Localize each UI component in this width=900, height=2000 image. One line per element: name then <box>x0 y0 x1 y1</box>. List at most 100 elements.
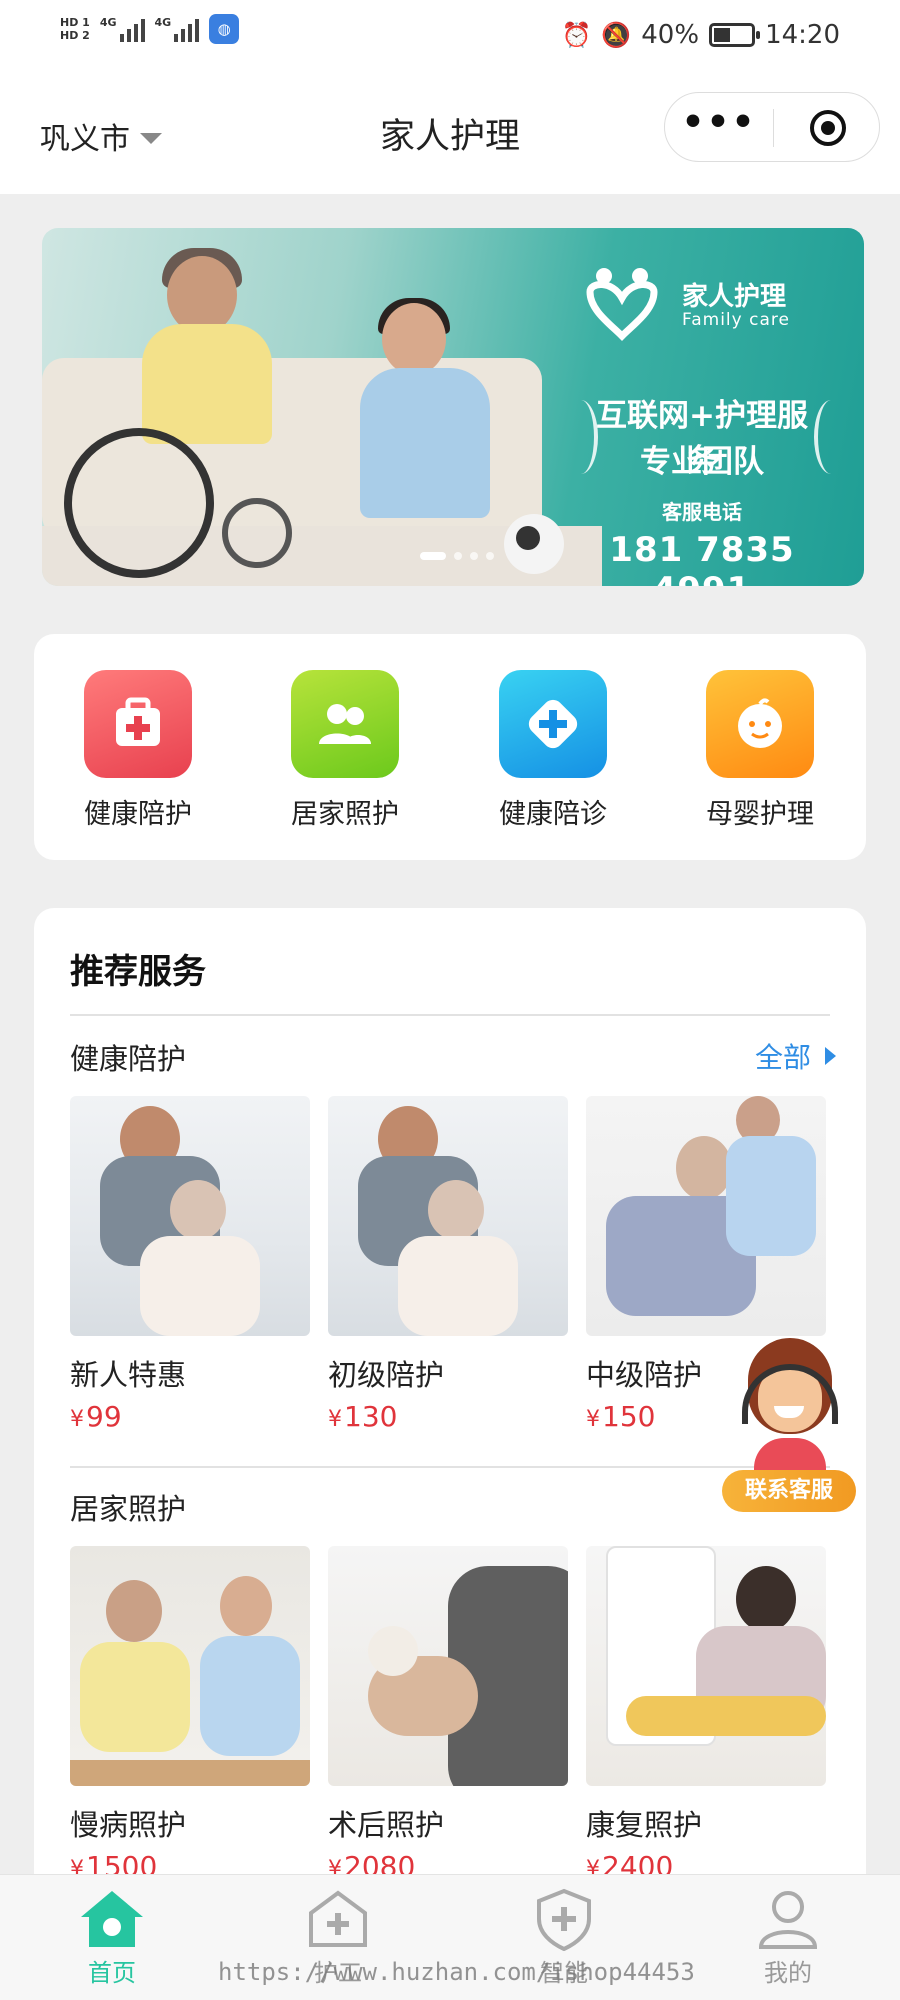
banner-slogan-2: 专业团队 <box>640 444 764 480</box>
alarm-icon: ⏰ <box>561 21 592 49</box>
network-label-2: 4G <box>154 16 172 29</box>
customer-service-float[interactable]: 联系客服 <box>722 1334 856 1514</box>
home-icon <box>77 1887 147 1951</box>
sim2-label: HD 2 <box>60 29 90 42</box>
promo-banner[interactable]: 家人护理 Family care 互联网+护理服务 专业团队 客服电话 181 … <box>42 228 864 586</box>
nurse-head <box>382 303 446 375</box>
medical-plus-icon <box>303 1887 373 1951</box>
service-item[interactable]: 慢病照护 ¥1500 <box>70 1546 310 1883</box>
target-icon[interactable] <box>810 110 846 146</box>
plus-cross-icon <box>499 670 607 778</box>
category-home-care[interactable]: 居家照护 <box>270 670 420 831</box>
photo-nurse-body <box>726 1136 816 1256</box>
status-right: ⏰ 🔕 40% 14:20 <box>561 20 840 50</box>
photo-elder-body <box>140 1236 260 1336</box>
price-value: 99 <box>86 1400 122 1433</box>
category-label: 居家照护 <box>291 799 399 830</box>
service-name: 术后照护 <box>328 1808 445 1842</box>
tab-label: 首页 <box>88 1959 136 1987</box>
service-name: 慢病照护 <box>70 1808 187 1842</box>
photo-elder-body <box>398 1236 518 1336</box>
service-name: 初级陪护 <box>328 1358 445 1392</box>
sim1-label: HD 1 <box>60 16 90 29</box>
nurse-body <box>360 368 490 518</box>
photo-nurse-body <box>200 1636 300 1756</box>
price-value: 150 <box>602 1400 656 1433</box>
status-bar: HD 1 HD 2 4G 4G ◍ ⏰ 🔕 40% 14:20 <box>0 0 900 78</box>
photo-elder-head <box>428 1180 484 1240</box>
subsection-title: 居家照护 <box>70 1492 187 1526</box>
section-heading: 推荐服务 <box>70 952 206 992</box>
sim-indicator: HD 1 HD 2 <box>60 16 90 42</box>
photo-chair <box>626 1696 826 1736</box>
service-photo <box>328 1096 568 1336</box>
view-all-label: 全部 <box>754 1041 811 1074</box>
service-photo <box>586 1096 826 1336</box>
capsule-divider <box>773 109 774 147</box>
carousel-dots <box>420 552 494 560</box>
currency: ¥ <box>586 1407 600 1432</box>
price-value: 130 <box>344 1400 398 1433</box>
photo-figure-body <box>80 1642 190 1752</box>
tab-home[interactable]: 首页 <box>52 1887 172 1988</box>
photo-patient-hair <box>736 1566 796 1632</box>
service-name: 康复照护 <box>586 1808 703 1842</box>
divider <box>70 1466 830 1468</box>
signal-icon: 4G <box>100 16 145 42</box>
service-price: ¥130 <box>328 1400 568 1433</box>
category-health-escort[interactable]: 健康陪护 <box>63 670 213 831</box>
photo-nurse-head <box>220 1576 272 1636</box>
nav-header: 巩义市 家人护理 ••• <box>0 78 900 194</box>
category-label: 健康陪诊 <box>499 799 607 830</box>
service-item[interactable]: 康复照护 ¥2400 <box>586 1546 826 1883</box>
tab-label: 我的 <box>764 1959 812 1987</box>
category-card: 健康陪护 居家照护 健康陪诊 母婴护理 <box>34 634 866 860</box>
view-all-link[interactable]: 全部 <box>755 1036 836 1076</box>
more-dots-icon[interactable]: ••• <box>665 93 773 161</box>
category-label: 健康陪护 <box>84 799 192 830</box>
service-item[interactable]: 术后照护 ¥2080 <box>328 1546 568 1883</box>
family-care-logo <box>586 268 658 341</box>
camera-device <box>504 514 564 574</box>
service-name: 新人特惠 <box>70 1358 187 1392</box>
user-icon <box>753 1887 823 1951</box>
wheelchair-wheel <box>64 428 214 578</box>
service-price: ¥99 <box>70 1400 310 1433</box>
watermark: https://www.huzhan.com/ishop44453 <box>218 1958 695 1986</box>
signal-icon-2: 4G <box>155 16 200 42</box>
carousel-dot[interactable] <box>454 552 462 560</box>
carousel-dot[interactable] <box>470 552 478 560</box>
divider <box>70 1014 830 1016</box>
photo-elder-head <box>676 1136 732 1200</box>
banner-phone-label: 客服电话 <box>662 500 742 524</box>
people-icon <box>291 670 399 778</box>
status-left: HD 1 HD 2 4G 4G ◍ <box>60 14 240 44</box>
category-maternal-care[interactable]: 母婴护理 <box>685 670 835 831</box>
service-item[interactable]: 初级陪护 ¥130 <box>328 1096 568 1433</box>
photo-table <box>70 1760 310 1786</box>
mute-icon: 🔕 <box>601 21 632 49</box>
category-health-accompany[interactable]: 健康陪诊 <box>478 670 628 831</box>
photo-cup <box>368 1626 418 1676</box>
service-photo <box>70 1546 310 1786</box>
subsection-title: 健康陪护 <box>70 1042 187 1076</box>
wheelchair-small-wheel <box>222 498 292 568</box>
service-item[interactable]: 新人特惠 ¥99 <box>70 1096 310 1433</box>
service-photo <box>70 1096 310 1336</box>
tab-mine[interactable]: 我的 <box>728 1887 848 1988</box>
battery-icon <box>709 23 761 47</box>
carousel-dot[interactable] <box>420 552 446 560</box>
banner-brand: 家人护理 <box>682 282 787 312</box>
currency: ¥ <box>328 1407 342 1432</box>
photo-figure-head <box>106 1580 162 1642</box>
baby-face-icon <box>706 670 814 778</box>
banner-phone: 181 7835 4991 <box>609 530 795 586</box>
contact-service-button[interactable]: 联系客服 <box>722 1470 856 1512</box>
carousel-dot[interactable] <box>486 552 494 560</box>
mini-program-capsule: ••• <box>664 92 880 162</box>
service-photo <box>586 1546 826 1786</box>
elder-head <box>167 256 237 334</box>
banner-brand-en: Family care <box>682 310 790 330</box>
currency: ¥ <box>70 1407 84 1432</box>
medical-case-icon <box>84 670 192 778</box>
